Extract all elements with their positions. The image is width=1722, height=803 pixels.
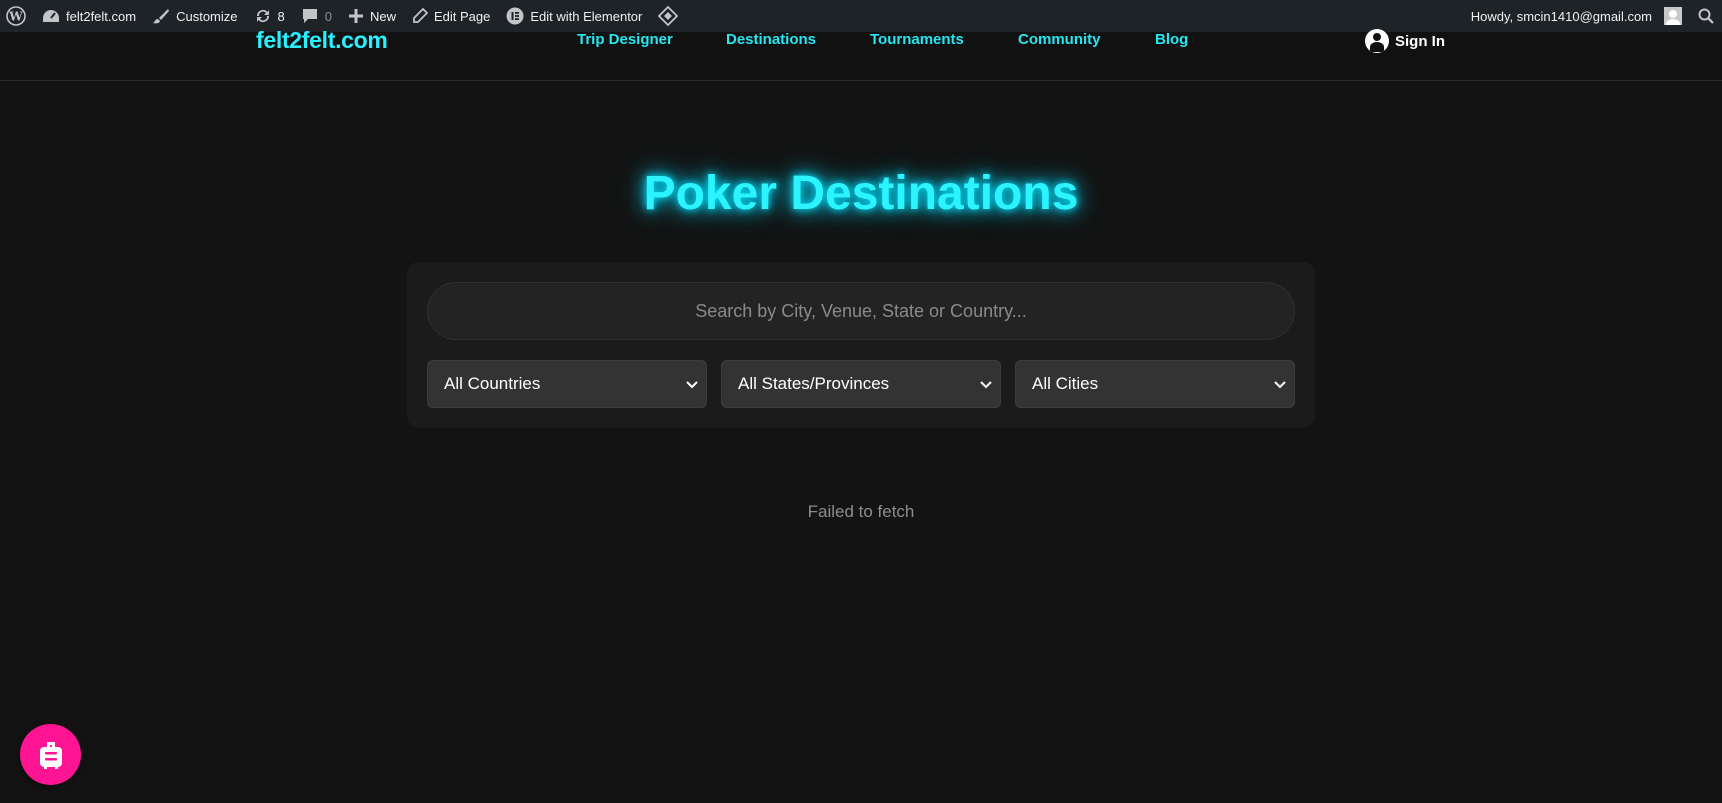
search-input[interactable] <box>427 282 1295 340</box>
edit-page-label: Edit Page <box>434 8 491 24</box>
dashboard-icon <box>43 10 59 22</box>
edit-elementor-link[interactable]: Edit with Elementor <box>498 0 650 32</box>
svg-text:W: W <box>8 10 23 24</box>
nav-tournaments[interactable]: Tournaments <box>870 32 964 48</box>
customize-link[interactable]: Customize <box>144 0 245 32</box>
chevron-down-icon <box>980 381 992 389</box>
account-menu[interactable]: Howdy, smcin1410@gmail.com <box>1463 0 1690 32</box>
edit-elementor-label: Edit with Elementor <box>530 8 643 24</box>
sign-in-label: Sign In <box>1395 32 1445 50</box>
user-icon <box>1365 29 1389 53</box>
site-name-link[interactable]: felt2felt.com <box>34 0 144 32</box>
trip-bag-button[interactable] <box>20 724 81 785</box>
updates-count: 8 <box>277 8 285 24</box>
page-title: Poker Destinations <box>643 167 1079 220</box>
wordpress-icon: W <box>6 6 26 26</box>
search-icon <box>1698 8 1714 24</box>
comment-icon <box>302 9 317 23</box>
city-select[interactable]: All Cities <box>1015 360 1295 408</box>
updates-icon <box>256 9 269 23</box>
country-select-value: All Countries <box>444 374 541 393</box>
wordpress-logo-button[interactable]: W <box>0 0 34 32</box>
edit-page-link[interactable]: Edit Page <box>404 0 498 32</box>
site-header: felt2felt.com Trip Designer Destinations… <box>0 29 1722 81</box>
diamond-icon <box>658 6 679 26</box>
nav-community[interactable]: Community <box>1018 32 1101 48</box>
admin-search-button[interactable] <box>1690 0 1722 32</box>
sign-in-button[interactable]: Sign In <box>1365 29 1445 53</box>
howdy-label: Howdy, smcin1410@gmail.com <box>1470 8 1652 24</box>
status-message: Failed to fetch <box>807 502 915 521</box>
brush-icon <box>153 9 170 24</box>
pencil-icon <box>413 8 428 23</box>
avatar <box>1664 7 1682 25</box>
nav-trip-designer[interactable]: Trip Designer <box>577 32 673 48</box>
chevron-down-icon <box>1274 381 1286 389</box>
search-panel: All Countries All States/Provinces All C… <box>407 262 1315 428</box>
state-select[interactable]: All States/Provinces <box>721 360 1001 408</box>
nav-destinations[interactable]: Destinations <box>726 32 816 48</box>
comments-count: 0 <box>324 8 332 24</box>
country-select[interactable]: All Countries <box>427 360 707 408</box>
site-name-label: felt2felt.com <box>66 8 137 24</box>
new-label: New <box>369 8 396 24</box>
state-select-value: All States/Provinces <box>738 374 890 393</box>
elementor-icon <box>506 7 524 25</box>
customize-label: Customize <box>176 8 238 24</box>
chevron-down-icon <box>686 381 698 389</box>
site-logo[interactable]: felt2felt.com <box>256 29 388 52</box>
diamond-menu-button[interactable] <box>650 0 686 32</box>
city-select-value: All Cities <box>1032 374 1099 393</box>
plus-icon <box>348 9 363 23</box>
luggage-icon <box>39 741 62 769</box>
nav-blog[interactable]: Blog <box>1155 32 1188 48</box>
